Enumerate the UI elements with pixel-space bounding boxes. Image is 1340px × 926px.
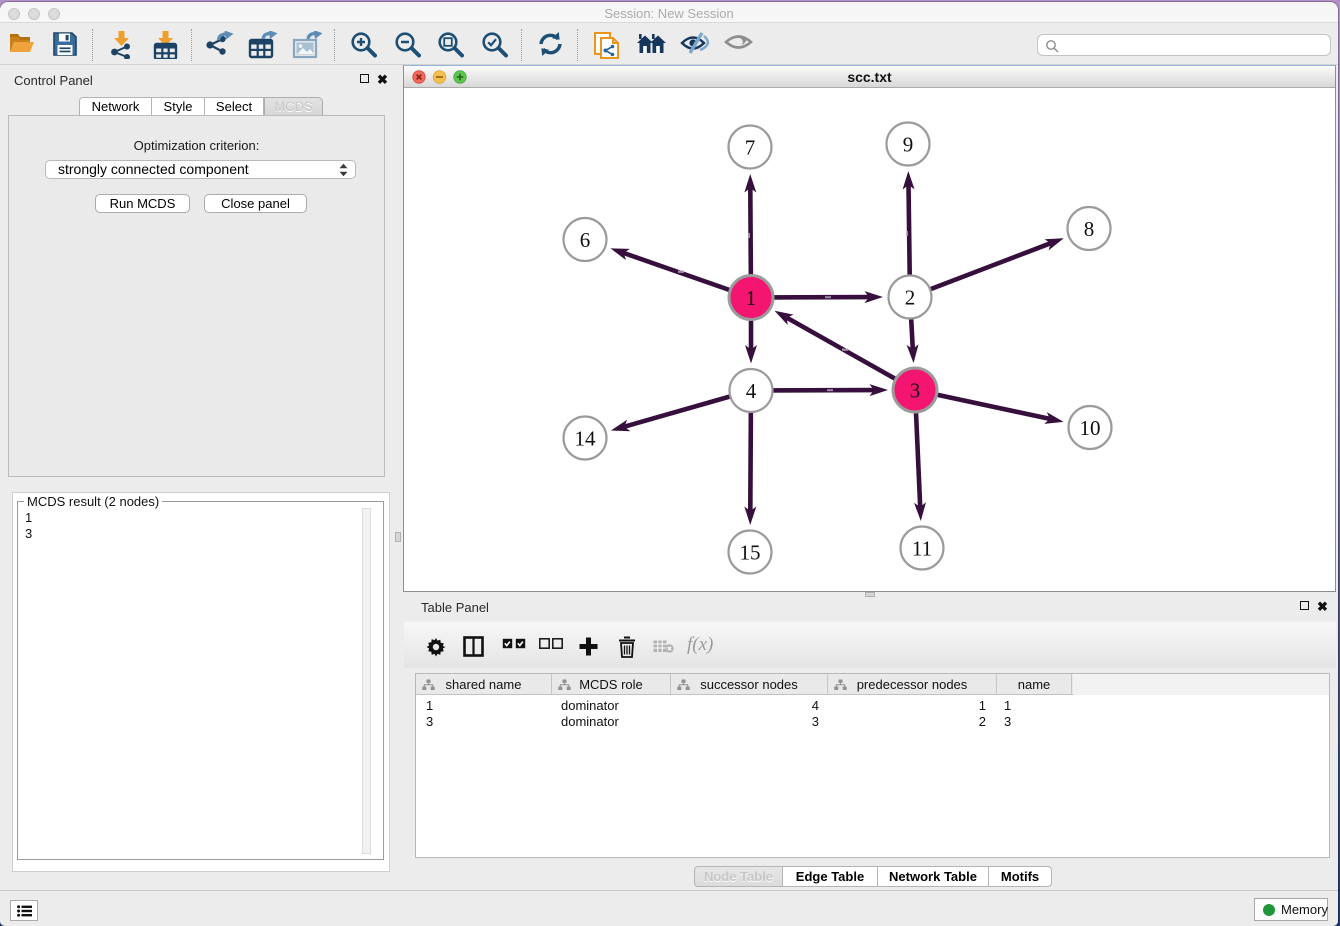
svg-text:15: 15 [740,541,761,565]
svg-text:7: 7 [745,136,756,160]
svg-text:2: 2 [905,286,916,310]
svg-text:8: 8 [1084,217,1095,241]
svg-text:10: 10 [1080,416,1101,440]
svg-text:1: 1 [746,286,757,310]
svg-text:9: 9 [903,133,914,157]
svg-text:3: 3 [910,379,921,403]
svg-text:4: 4 [746,379,757,403]
svg-text:14: 14 [575,427,597,451]
svg-text:6: 6 [580,228,591,252]
svg-text:11: 11 [912,537,932,561]
